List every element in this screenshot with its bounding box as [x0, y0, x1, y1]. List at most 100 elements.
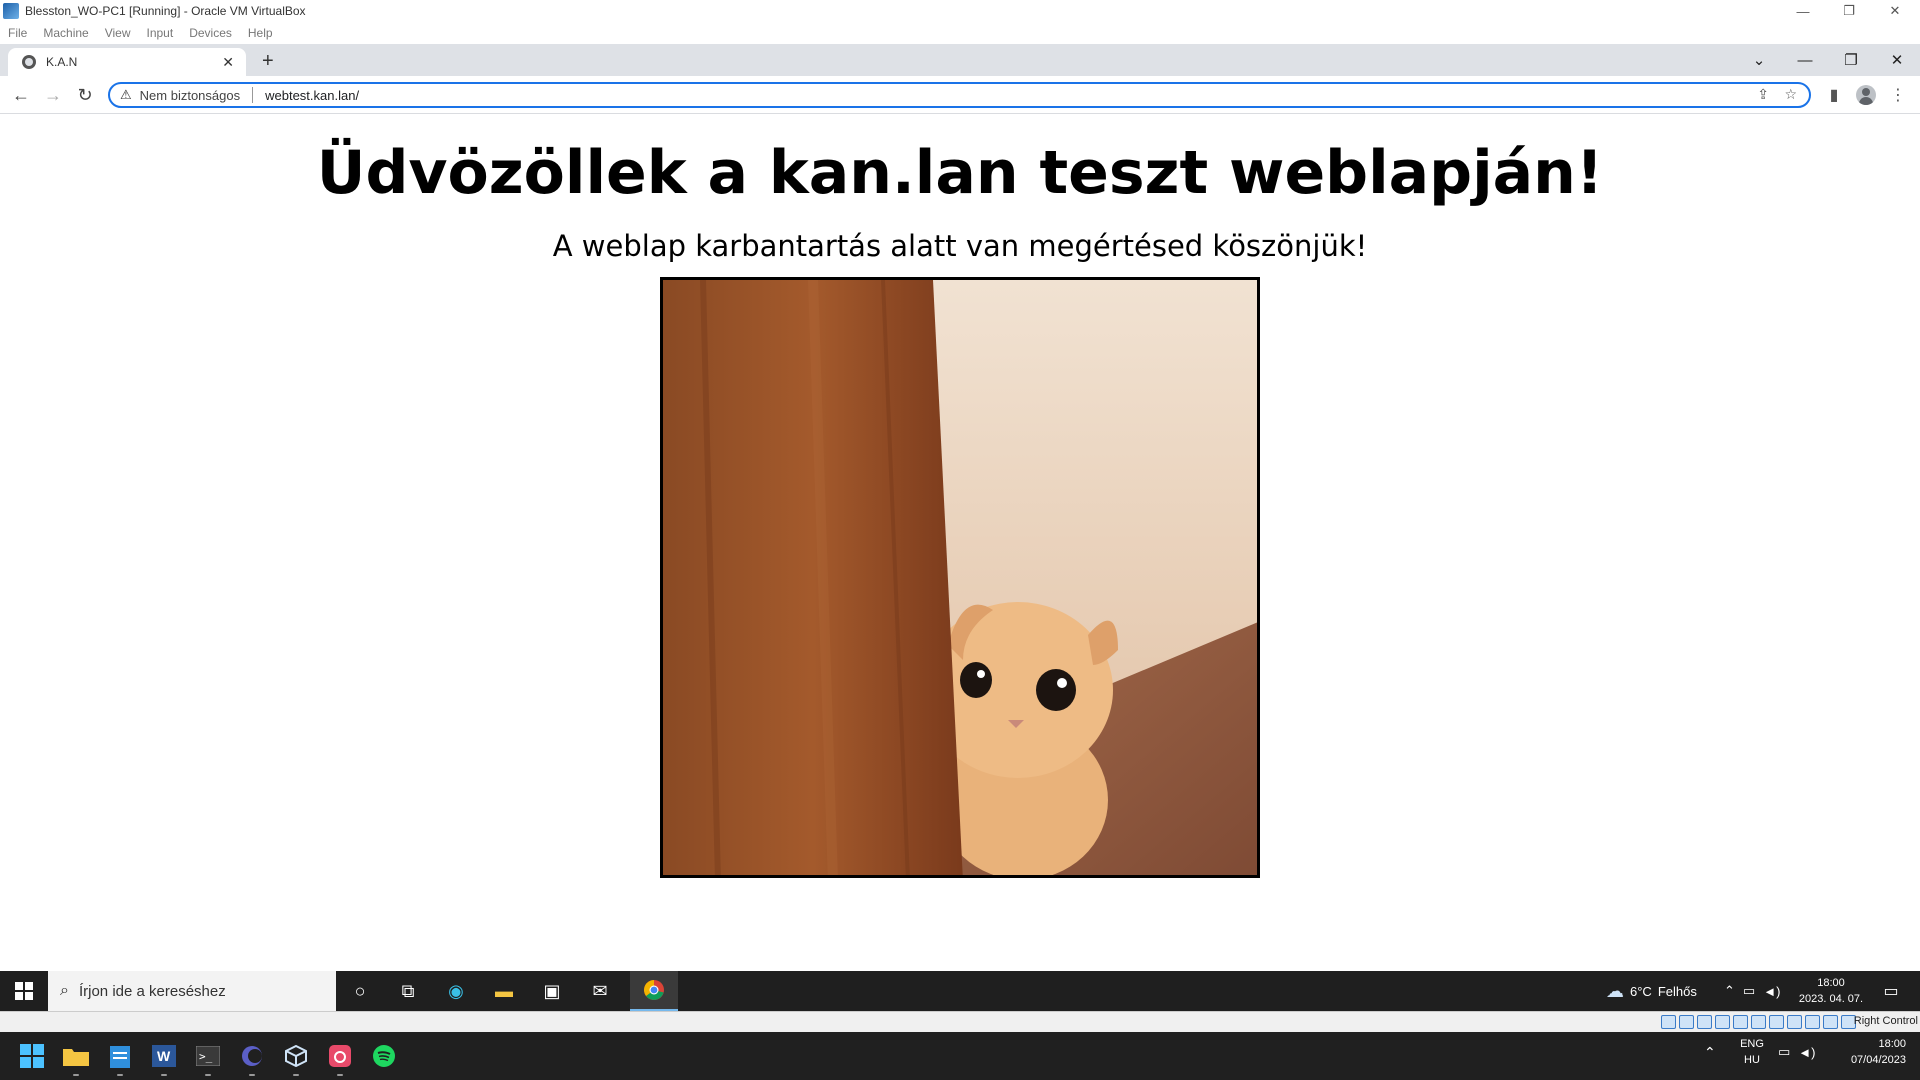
restore-icon[interactable]: ❐ [1826, 0, 1872, 22]
host-camera-app-icon[interactable] [318, 1032, 362, 1080]
menu-devices[interactable]: Devices [181, 26, 240, 40]
reload-icon[interactable]: ↻ [72, 82, 98, 108]
host-spotify-icon[interactable] [362, 1032, 406, 1080]
page-subheading: A weblap karbantartás alatt van megértés… [552, 229, 1368, 263]
profile-icon [1856, 85, 1876, 105]
running-indicator [293, 1074, 299, 1076]
host-volume-icon[interactable]: ◄) [1798, 1045, 1815, 1060]
running-indicator [161, 1074, 167, 1076]
browser-minimize-icon[interactable]: — [1782, 44, 1828, 76]
running-indicator [73, 1074, 79, 1076]
mail-icon[interactable]: ✉ [576, 971, 624, 1011]
tray-chevron-icon[interactable]: ⌃ [1724, 983, 1735, 999]
weather-widget[interactable]: ☁ 6°C Felhős [1606, 971, 1697, 1011]
new-tab-icon[interactable]: + [262, 50, 274, 73]
tab-search-chevron-icon[interactable]: ⌄ [1736, 44, 1782, 76]
host-lang-top: ENG [1740, 1038, 1764, 1050]
browser-toolbar: ← → ↻ ⚠ Nem biztonságos webtest.kan.lan/… [0, 76, 1920, 114]
host-network-icon[interactable]: ▭ [1778, 1044, 1790, 1060]
weather-text: Felhős [1657, 983, 1697, 999]
menu-view[interactable]: View [97, 26, 139, 40]
taskbar-search-box[interactable]: ⌕ Írjon ide a kereséshez [48, 971, 336, 1011]
kebab-menu-icon[interactable]: ⋮ [1884, 82, 1912, 108]
security-label[interactable]: Nem biztonságos [140, 88, 240, 103]
browser-close-icon[interactable]: ✕ [1874, 44, 1920, 76]
store-icon[interactable]: ▣ [528, 971, 576, 1011]
edge-icon[interactable]: ◉ [432, 971, 480, 1011]
volume-icon[interactable]: ◄) [1763, 984, 1780, 999]
svg-text:W: W [157, 1048, 171, 1064]
usb-status-icon[interactable] [1733, 1015, 1748, 1029]
web-page: Üdvözöllek a kan.lan teszt weblapján! A … [0, 114, 1920, 971]
menu-machine[interactable]: Machine [35, 26, 96, 40]
menu-input[interactable]: Input [139, 26, 182, 40]
share-icon[interactable]: ⇪ [1757, 86, 1769, 103]
host-eclipse-icon[interactable] [230, 1032, 274, 1080]
host-word-icon[interactable]: W [142, 1032, 186, 1080]
display-status-icon[interactable] [1769, 1015, 1784, 1029]
host-taskbar: W >_ ⌃ ENG HU ▭ ◄) 18:00 07/04/2023 [0, 1032, 1920, 1080]
warning-triangle-icon: ⚠ [120, 87, 132, 102]
running-indicator [337, 1074, 343, 1076]
browser-tab-strip: K.A.N ✕ + ⌄ — ❐ ✕ [0, 44, 1920, 76]
back-arrow-icon[interactable]: ← [8, 82, 34, 108]
close-window-icon[interactable]: ✕ [1872, 0, 1918, 22]
vbox-menu-bar: File Machine View Input Devices Help [0, 22, 1920, 44]
shared-folder-icon[interactable] [1751, 1015, 1766, 1029]
host-virtualbox-icon[interactable] [274, 1032, 318, 1080]
windows-start-icon[interactable] [0, 971, 48, 1011]
profile-avatar[interactable] [1852, 82, 1880, 108]
host-date: 07/04/2023 [1850, 1054, 1906, 1066]
bookmark-star-icon[interactable]: ☆ [1784, 86, 1797, 103]
file-explorer-icon[interactable]: ▬ [480, 971, 528, 1011]
host-clock[interactable]: 18:00 07/04/2023 [1836, 1032, 1906, 1072]
chrome-taskbar-icon[interactable] [630, 971, 678, 1011]
guest-taskbar: ⌕ Írjon ide a kereséshez ○ ⧉ ◉ ▬ ▣ ✉ ☁ 6… [0, 971, 1920, 1011]
search-placeholder: Írjon ide a kereséshez [78, 982, 226, 1000]
running-indicator [249, 1074, 255, 1076]
close-tab-icon[interactable]: ✕ [222, 54, 234, 71]
recording-icon[interactable] [1787, 1015, 1802, 1029]
host-tray-chevron-icon[interactable]: ⌃ [1704, 1032, 1716, 1072]
svg-text:>_: >_ [199, 1050, 213, 1063]
host-file-explorer-icon[interactable] [54, 1032, 98, 1080]
host-key-label: Right Control [1853, 1015, 1918, 1027]
mouse-integration-icon[interactable] [1823, 1015, 1838, 1029]
host-notepad-icon[interactable] [98, 1032, 142, 1080]
vbox-title-bar: Blesston_WO-PC1 [Running] - Oracle VM Vi… [0, 0, 1920, 22]
guest-clock[interactable]: 18:00 2023. 04. 07. [1796, 971, 1866, 1011]
task-view-icon[interactable]: ⧉ [384, 971, 432, 1011]
side-panel-icon[interactable]: ▮ [1820, 82, 1848, 108]
guest-system-tray: ⌃ ▭ ◄) [1724, 971, 1780, 1011]
network-status-icon[interactable] [1715, 1015, 1730, 1029]
menu-help[interactable]: Help [240, 26, 281, 40]
browser-restore-icon[interactable]: ❐ [1828, 44, 1874, 76]
notification-icon[interactable]: ▭ [1876, 971, 1906, 1011]
cpu-status-icon[interactable] [1805, 1015, 1820, 1029]
forward-arrow-icon[interactable]: → [40, 82, 66, 108]
guest-time: 18:00 [1817, 977, 1845, 989]
hdd-status-icon[interactable] [1661, 1015, 1676, 1029]
tab-title: K.A.N [46, 55, 78, 69]
running-indicator [117, 1074, 123, 1076]
host-start-icon[interactable] [10, 1032, 54, 1080]
audio-status-icon[interactable] [1697, 1015, 1712, 1029]
address-separator [252, 87, 254, 103]
host-language-indicator[interactable]: ENG HU [1736, 1032, 1768, 1072]
cat-image [660, 277, 1260, 878]
network-icon[interactable]: ▭ [1743, 983, 1755, 999]
url-text[interactable]: webtest.kan.lan/ [265, 88, 359, 103]
cortana-icon[interactable]: ○ [336, 971, 384, 1011]
guest-date: 2023. 04. 07. [1798, 993, 1864, 1005]
browser-tab[interactable]: K.A.N ✕ [8, 48, 246, 76]
host-system-tray: ▭ ◄) [1778, 1032, 1816, 1072]
menu-file[interactable]: File [0, 26, 35, 40]
minimize-icon[interactable]: — [1780, 0, 1826, 22]
host-terminal-icon[interactable]: >_ [186, 1032, 230, 1080]
virtualbox-logo-icon [3, 3, 19, 19]
address-bar[interactable]: ⚠ Nem biztonságos webtest.kan.lan/ ⇪ ☆ [108, 82, 1811, 108]
vbox-status-bar: Right Control [0, 1011, 1920, 1032]
globe-icon [22, 55, 36, 69]
optical-drive-icon[interactable] [1679, 1015, 1694, 1029]
vbox-window-title: Blesston_WO-PC1 [Running] - Oracle VM Vi… [25, 4, 306, 18]
